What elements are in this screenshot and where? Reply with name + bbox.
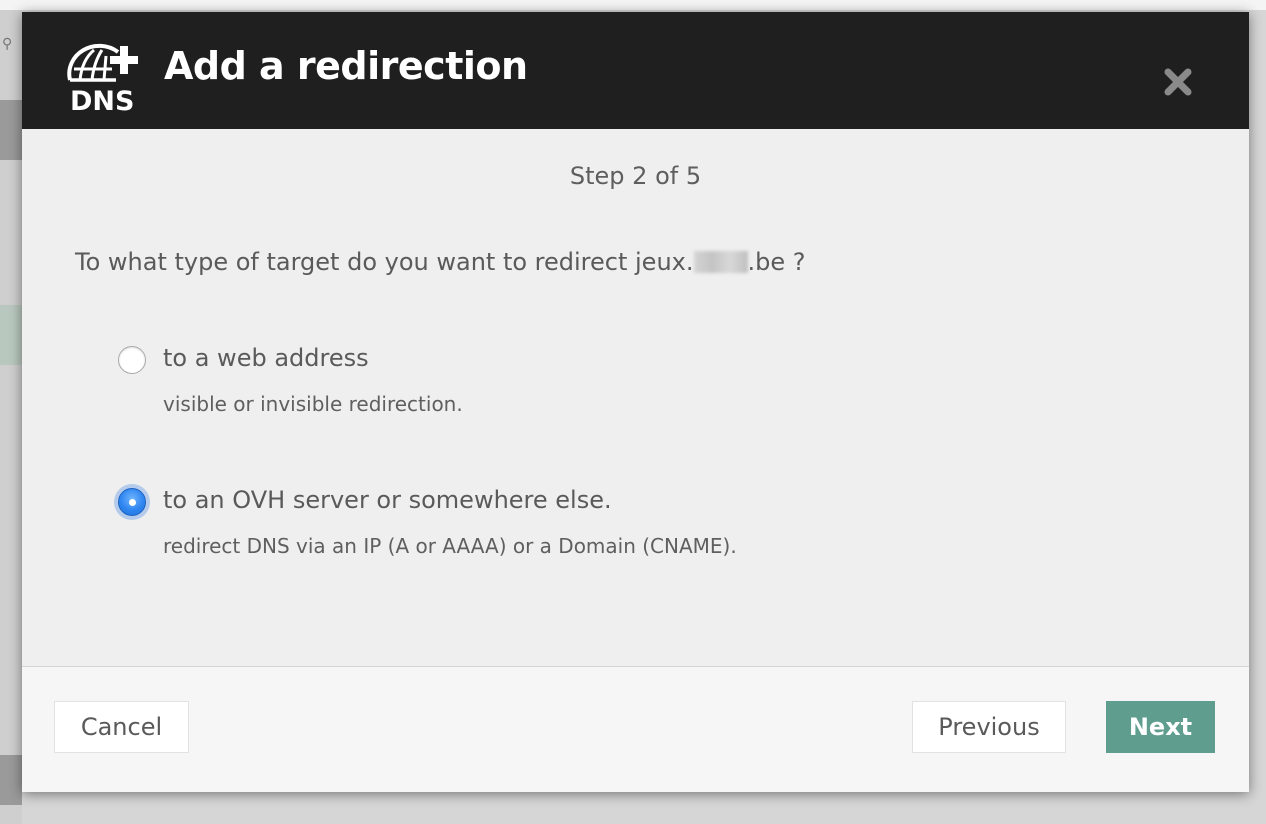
ovh-server-label[interactable]: to an OVH server or somewhere else. <box>163 486 612 514</box>
close-icon <box>1164 68 1192 96</box>
web-address-radio[interactable] <box>118 346 146 374</box>
question-text-start: To what type of target do you want to re… <box>75 248 694 276</box>
question-text-end: .be ? <box>747 248 806 276</box>
dialog-header: DNS Add a redirection <box>22 12 1249 129</box>
step-indicator: Step 2 of 5 <box>569 162 702 190</box>
ovh-server-radio[interactable] <box>118 488 146 516</box>
web-address-label[interactable]: to a web address <box>163 344 369 372</box>
add-redirection-dialog: DNS Add a redirection Step 2 of 5 To wha… <box>22 12 1249 792</box>
previous-button[interactable]: Previous <box>912 701 1066 753</box>
cancel-button[interactable]: Cancel <box>54 701 189 753</box>
next-button[interactable]: Next <box>1106 701 1215 753</box>
close-button[interactable] <box>1160 64 1196 100</box>
dialog-footer: Cancel Previous Next <box>22 667 1249 792</box>
dns-icon: DNS <box>67 43 138 112</box>
web-address-description: visible or invisible redirection. <box>163 392 463 416</box>
background-top-strip <box>0 0 1266 10</box>
background-search-icon: ⚲ <box>2 36 13 52</box>
redacted-domain <box>693 251 748 273</box>
background-sidebar <box>0 10 22 824</box>
ovh-server-description: redirect DNS via an IP (A or AAAA) or a … <box>163 534 737 558</box>
target-type-question: To what type of target do you want to re… <box>75 248 806 276</box>
svg-text:DNS: DNS <box>70 86 134 112</box>
dialog-title: Add a redirection <box>164 44 528 88</box>
